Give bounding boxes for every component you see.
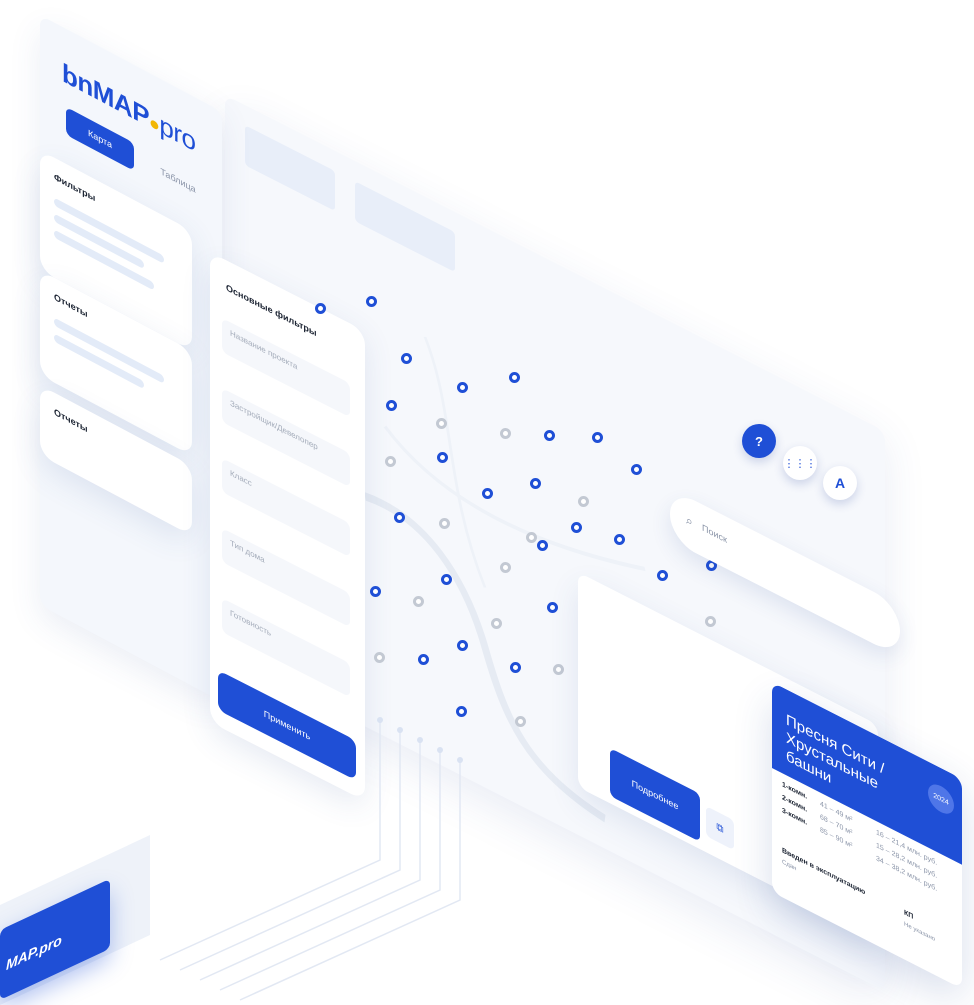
brand-badge-text: MAP.pro [6,931,62,974]
isometric-scene: bnMAP●pro Карта Таблица Фильтры Отчеты О… [0,0,974,1005]
